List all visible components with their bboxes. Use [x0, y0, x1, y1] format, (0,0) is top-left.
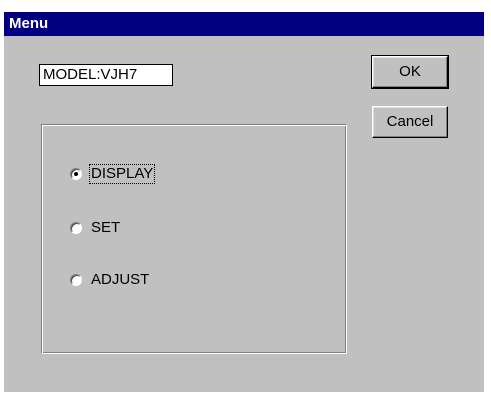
radio-label-display: DISPLAY: [88, 164, 156, 184]
radio-option-adjust[interactable]: ADJUST: [70, 269, 150, 291]
window-title: Menu: [9, 15, 49, 32]
radio-button-checked-icon[interactable]: [70, 168, 82, 180]
cancel-button[interactable]: Cancel: [372, 106, 448, 138]
radio-option-display[interactable]: DISPLAY: [70, 163, 156, 185]
ok-button[interactable]: OK: [371, 55, 449, 89]
title-bar[interactable]: Menu: [4, 12, 484, 36]
radio-button-icon[interactable]: [70, 222, 82, 234]
radio-label-adjust: ADJUST: [91, 271, 150, 288]
radio-button-icon[interactable]: [70, 274, 82, 286]
radio-option-set[interactable]: SET: [70, 217, 121, 239]
options-group: DISPLAY SET ADJUST: [41, 124, 347, 354]
radio-label-set: SET: [91, 219, 121, 236]
menu-dialog: Menu MODEL:VJH7 OK Cancel DISPLAY SET AD…: [4, 12, 484, 392]
model-field: MODEL:VJH7: [39, 64, 173, 86]
